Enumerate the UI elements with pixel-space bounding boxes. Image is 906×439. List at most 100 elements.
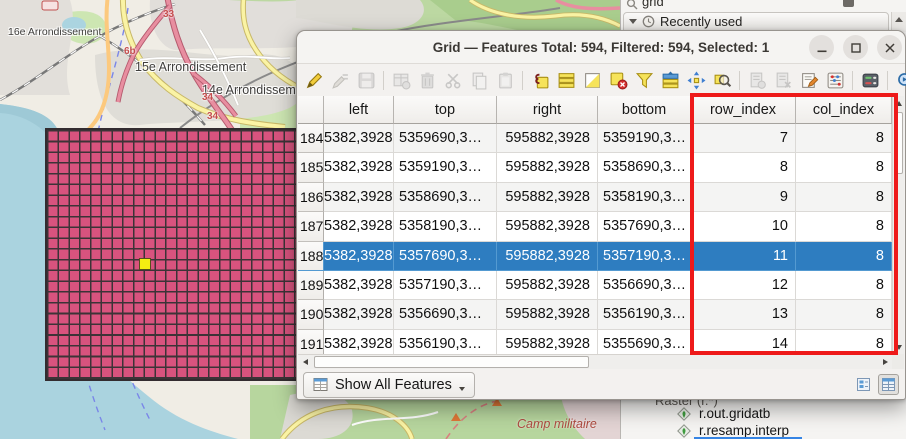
table-vertical-scrollbar[interactable] <box>892 96 904 354</box>
cell-col_index[interactable]: 8 <box>796 212 892 241</box>
delete-selected-button[interactable] <box>415 68 439 92</box>
cell-bottom[interactable]: 5358190,3… <box>598 183 691 212</box>
cell-right[interactable]: 595882,3928 <box>497 300 598 329</box>
cell-right[interactable]: 595882,3928 <box>497 271 598 300</box>
toolbox-search[interactable] <box>621 0 891 12</box>
cell-left[interactable]: 5382,3928 <box>324 124 394 153</box>
form-view-button[interactable] <box>853 374 874 395</box>
new-field-button[interactable] <box>745 68 769 92</box>
recently-used-group[interactable]: Recently used <box>623 12 889 31</box>
cut-features-button[interactable] <box>441 68 465 92</box>
row-number[interactable]: 189 <box>298 271 324 300</box>
cell-bottom[interactable]: 5356190,3… <box>598 300 691 329</box>
move-selection-to-top-button[interactable] <box>658 68 682 92</box>
column-header-left[interactable]: left <box>324 96 394 124</box>
toolbox-scrollbar[interactable] <box>891 12 906 32</box>
cell-bottom[interactable]: 5358690,3… <box>598 153 691 182</box>
horizontal-scroll-thumb[interactable] <box>314 356 589 368</box>
row-number[interactable]: 185 <box>298 153 324 182</box>
cell-left[interactable]: 5382,3928 <box>324 271 394 300</box>
scroll-right-button[interactable] <box>878 355 892 369</box>
cell-col_index[interactable]: 8 <box>796 330 892 354</box>
table-row[interactable]: 188 5382,3928 5357690,3… 595882,3928 535… <box>298 242 892 271</box>
cell-right[interactable]: 595882,3928 <box>497 212 598 241</box>
vertical-scroll-thumb[interactable] <box>894 112 903 174</box>
copy-features-button[interactable] <box>467 68 491 92</box>
cell-top[interactable]: 5358690,3… <box>394 183 497 212</box>
cell-right[interactable]: 595882,3928 <box>497 183 598 212</box>
cell-row_index[interactable]: 12 <box>691 271 796 300</box>
cell-row_index[interactable]: 9 <box>691 183 796 212</box>
cell-row_index[interactable]: 7 <box>691 124 796 153</box>
maximize-button[interactable] <box>843 35 868 60</box>
cell-bottom[interactable]: 5357190,3… <box>598 242 691 271</box>
filter-button[interactable] <box>632 68 656 92</box>
cell-right[interactable]: 595882,3928 <box>497 124 598 153</box>
cell-right[interactable]: 595882,3928 <box>497 242 598 271</box>
cell-top[interactable]: 5357690,3… <box>394 242 497 271</box>
select-by-expression-button[interactable] <box>528 68 552 92</box>
feature-filter-button[interactable]: Show All Features <box>303 372 475 398</box>
edit-expression-button[interactable] <box>797 68 821 92</box>
cell-right[interactable]: 595882,3928 <box>497 153 598 182</box>
pan-to-selection-button[interactable] <box>684 68 708 92</box>
row-number[interactable]: 190 <box>298 300 324 329</box>
cell-bottom[interactable]: 5357690,3… <box>598 212 691 241</box>
cell-top[interactable]: 5359190,3… <box>394 153 497 182</box>
paste-features-button[interactable] <box>493 68 517 92</box>
cell-col_index[interactable]: 8 <box>796 300 892 329</box>
minimize-button[interactable] <box>809 35 834 60</box>
close-button[interactable] <box>877 35 902 60</box>
cell-bottom[interactable]: 5355690,3… <box>598 330 691 354</box>
cell-right[interactable]: 595882,3928 <box>497 330 598 354</box>
row-number[interactable]: 191 <box>298 330 324 354</box>
table-row[interactable]: 187 5382,3928 5358190,3… 595882,3928 535… <box>298 212 892 241</box>
scroll-left-button[interactable] <box>298 355 312 369</box>
reload-table-button[interactable] <box>389 68 413 92</box>
scroll-up-button[interactable] <box>893 96 904 110</box>
action-search-button[interactable] <box>893 68 906 92</box>
cell-left[interactable]: 5382,3928 <box>324 242 394 271</box>
cell-row_index[interactable]: 10 <box>691 212 796 241</box>
column-header-row_index[interactable]: row_index <box>691 96 796 124</box>
cell-left[interactable]: 5382,3928 <box>324 183 394 212</box>
select-all-button[interactable] <box>554 68 578 92</box>
cell-col_index[interactable]: 8 <box>796 153 892 182</box>
conditional-formatting-button[interactable] <box>858 68 882 92</box>
cell-top[interactable]: 5356190,3… <box>394 330 497 354</box>
cell-top[interactable]: 5359690,3… <box>394 124 497 153</box>
cell-col_index[interactable]: 8 <box>796 124 892 153</box>
algorithm-item[interactable]: r.out.gridatb <box>621 405 906 422</box>
toolbox-search-input[interactable] <box>642 0 832 9</box>
row-number[interactable]: 188 <box>298 242 324 271</box>
column-header-top[interactable]: top <box>394 96 497 124</box>
field-calculator-button[interactable] <box>823 68 847 92</box>
cell-bottom[interactable]: 5356690,3… <box>598 271 691 300</box>
cell-top[interactable]: 5356690,3… <box>394 300 497 329</box>
table-row[interactable]: 190 5382,3928 5356690,3… 595882,3928 535… <box>298 300 892 329</box>
toggle-editing-button[interactable] <box>302 68 326 92</box>
table-horizontal-scrollbar[interactable] <box>298 354 892 369</box>
table-row[interactable]: 186 5382,3928 5358690,3… 595882,3928 535… <box>298 183 892 212</box>
table-view-button[interactable] <box>878 374 899 395</box>
toolbox-options-icon[interactable] <box>843 0 854 7</box>
column-header-bottom[interactable]: bottom <box>598 96 691 124</box>
cell-left[interactable]: 5382,3928 <box>324 153 394 182</box>
table-row[interactable]: 191 5382,3928 5356190,3… 595882,3928 535… <box>298 330 892 354</box>
row-number-header[interactable] <box>298 96 324 124</box>
cell-row_index[interactable]: 14 <box>691 330 796 354</box>
invert-selection-button[interactable] <box>580 68 604 92</box>
save-edits-button[interactable] <box>354 68 378 92</box>
table-row[interactable]: 184 5382,3928 5359690,3… 595882,3928 535… <box>298 124 892 153</box>
zoom-to-selection-button[interactable] <box>710 68 734 92</box>
cell-row_index[interactable]: 13 <box>691 300 796 329</box>
cell-col_index[interactable]: 8 <box>796 242 892 271</box>
scroll-down-button[interactable] <box>893 340 904 354</box>
cell-col_index[interactable]: 8 <box>796 183 892 212</box>
cell-left[interactable]: 5382,3928 <box>324 330 394 354</box>
multi-edit-button[interactable] <box>328 68 352 92</box>
row-number[interactable]: 187 <box>298 212 324 241</box>
column-header-col_index[interactable]: col_index <box>796 96 892 124</box>
deselect-all-button[interactable] <box>606 68 630 92</box>
table-row[interactable]: 185 5382,3928 5359190,3… 595882,3928 535… <box>298 153 892 182</box>
